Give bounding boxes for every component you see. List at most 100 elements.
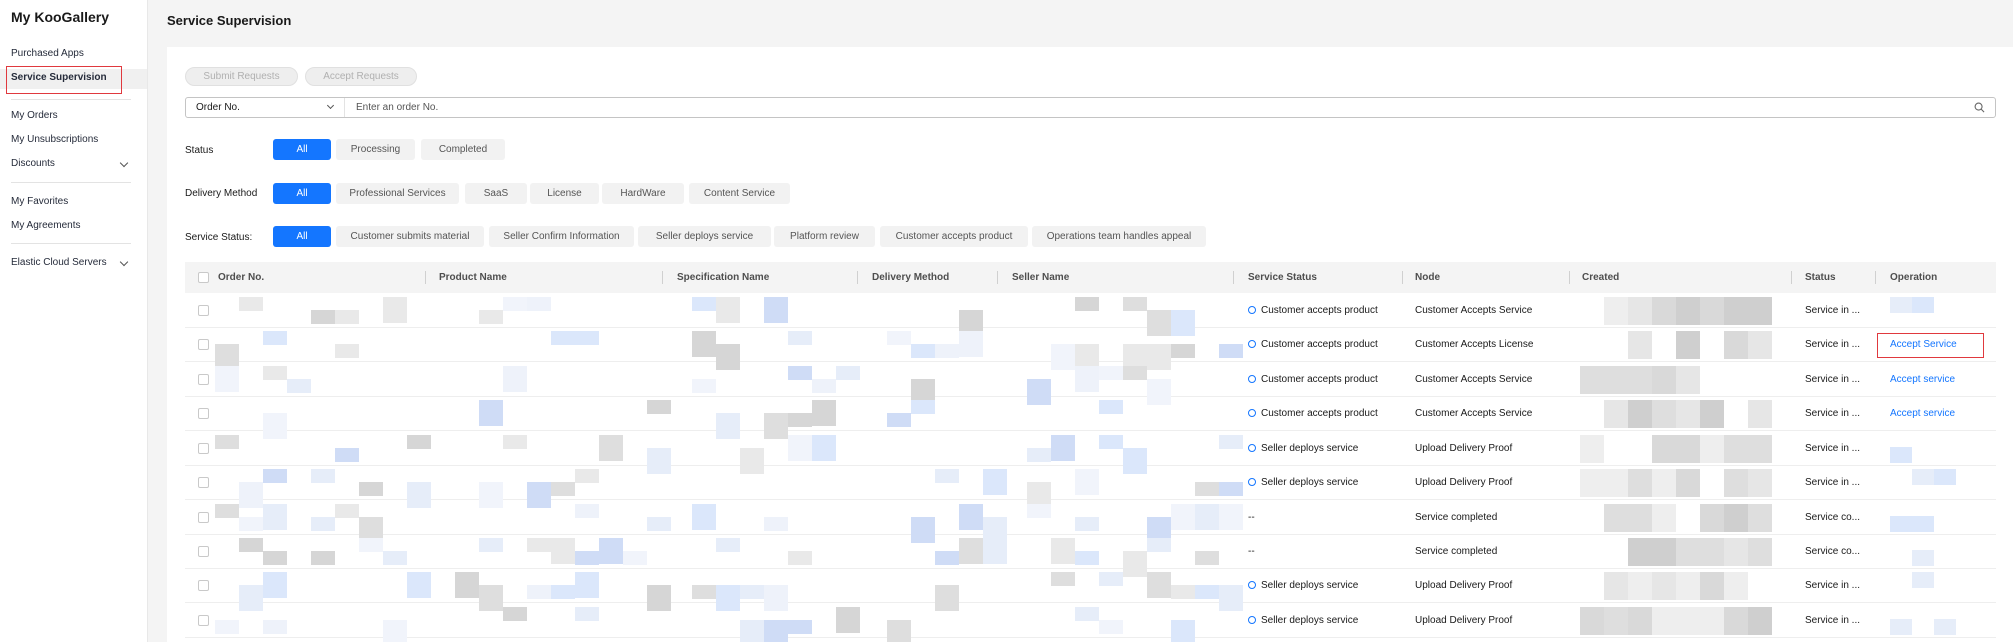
service-status-cell: Seller deploys service bbox=[1248, 466, 1358, 500]
redacted-block bbox=[1099, 435, 1123, 449]
table-header: Order No. Product Name Specification Nam… bbox=[185, 262, 1996, 293]
redacted-block bbox=[1890, 297, 1912, 313]
redacted-block bbox=[1724, 435, 1748, 463]
search-input[interactable] bbox=[346, 98, 1946, 117]
column-divider bbox=[662, 271, 663, 284]
table-row: Seller deploys service Upload Delivery Pr… bbox=[185, 466, 1996, 508]
redacted-block bbox=[1748, 400, 1772, 428]
node-cell: Upload Delivery Proof bbox=[1415, 443, 1513, 454]
redacted-block bbox=[335, 344, 359, 358]
search-icon[interactable] bbox=[1974, 102, 1985, 113]
redacted-block bbox=[1700, 435, 1724, 463]
redacted-block bbox=[455, 572, 479, 598]
divider bbox=[11, 99, 131, 100]
service-status-chip-all[interactable]: All bbox=[273, 226, 331, 247]
redacted-block bbox=[812, 400, 836, 426]
table-row: Customer accepts product Customer Accepts… bbox=[185, 363, 1996, 405]
sidebar-item-my-orders[interactable]: My Orders bbox=[11, 108, 141, 124]
sidebar-item-purchased-apps[interactable]: Purchased Apps bbox=[11, 46, 141, 62]
redacted-block bbox=[935, 344, 959, 358]
sidebar-item-discounts[interactable]: Discounts bbox=[11, 156, 141, 172]
service-status-text: Customer accepts product bbox=[1261, 339, 1378, 350]
row-checkbox[interactable] bbox=[198, 374, 209, 385]
delivery-chip-hardware[interactable]: HardWare bbox=[602, 183, 684, 204]
status-circle-icon bbox=[1248, 616, 1256, 624]
accept-service-link[interactable]: Accept service bbox=[1890, 397, 1955, 431]
redacted-block bbox=[479, 310, 503, 324]
status-chip-processing[interactable]: Processing bbox=[336, 139, 415, 160]
row-checkbox[interactable] bbox=[198, 443, 209, 454]
status-filter-label: Status bbox=[185, 145, 214, 156]
sidebar-item-elastic-cloud-servers[interactable]: Elastic Cloud Servers bbox=[11, 255, 141, 271]
row-checkbox[interactable] bbox=[198, 408, 209, 419]
accept-requests-button[interactable]: Accept Requests bbox=[305, 67, 417, 86]
node-cell: Service completed bbox=[1415, 512, 1498, 523]
column-header-status: Status bbox=[1805, 272, 1836, 283]
service-status-chip-customer-submits-material[interactable]: Customer submits material bbox=[336, 226, 484, 247]
status-chip-completed[interactable]: Completed bbox=[421, 139, 505, 160]
redacted-block bbox=[1099, 620, 1123, 634]
row-checkbox[interactable] bbox=[198, 305, 209, 316]
sidebar-item-my-agreements[interactable]: My Agreements bbox=[11, 218, 141, 234]
redacted-block bbox=[788, 331, 812, 345]
redacted-block bbox=[647, 400, 671, 414]
redacted-block bbox=[1724, 331, 1748, 359]
status-cell: Service in ... bbox=[1805, 443, 1861, 454]
delivery-chip-all[interactable]: All bbox=[273, 183, 331, 204]
service-status-chip-seller-deploys-service[interactable]: Seller deploys service bbox=[638, 226, 771, 247]
service-status-cell: -- bbox=[1248, 535, 1255, 569]
redacted-block bbox=[1099, 400, 1123, 414]
redacted-block bbox=[551, 482, 575, 496]
row-checkbox[interactable] bbox=[198, 615, 209, 626]
sidebar-item-my-favorites[interactable]: My Favorites bbox=[11, 194, 141, 210]
highlight-box bbox=[1877, 333, 1984, 358]
redacted-block bbox=[1700, 538, 1724, 566]
redacted-block bbox=[383, 551, 407, 565]
column-header-node: Node bbox=[1415, 272, 1440, 283]
node-cell: Upload Delivery Proof bbox=[1415, 580, 1513, 591]
service-status-chip-customer-accepts-product[interactable]: Customer accepts product bbox=[880, 226, 1028, 247]
sidebar: My KooGallery Purchased Apps Service Sup… bbox=[0, 0, 148, 642]
redacted-block bbox=[1652, 400, 1676, 428]
redacted-block bbox=[1934, 469, 1956, 485]
service-status-chip-seller-confirm-information[interactable]: Seller Confirm Information bbox=[489, 226, 634, 247]
redacted-block bbox=[1912, 297, 1934, 313]
row-checkbox[interactable] bbox=[198, 477, 209, 488]
redacted-block bbox=[1147, 572, 1171, 598]
status-chip-all[interactable]: All bbox=[273, 139, 331, 160]
redacted-block bbox=[1628, 366, 1652, 394]
column-header-created: Created bbox=[1582, 272, 1620, 283]
service-status-cell: -- bbox=[1248, 501, 1255, 535]
row-checkbox[interactable] bbox=[198, 580, 209, 591]
service-status-chip-operations-team-handles-appeal[interactable]: Operations team handles appeal bbox=[1032, 226, 1206, 247]
select-all-checkbox[interactable] bbox=[198, 272, 209, 283]
accept-service-link[interactable]: Accept service bbox=[1890, 363, 1955, 397]
status-cell: Service in ... bbox=[1805, 339, 1861, 350]
delivery-chip-content-service[interactable]: Content Service bbox=[689, 183, 790, 204]
service-status-text: -- bbox=[1248, 546, 1255, 557]
row-checkbox[interactable] bbox=[198, 546, 209, 557]
row-checkbox[interactable] bbox=[198, 512, 209, 523]
redacted-block bbox=[935, 469, 959, 483]
submit-requests-button[interactable]: Submit Requests bbox=[185, 67, 298, 86]
node-cell: Customer Accepts Service bbox=[1415, 305, 1533, 316]
redacted-block bbox=[1724, 607, 1748, 635]
search-field-select[interactable]: Order No. bbox=[186, 98, 345, 117]
search-field-value: Order No. bbox=[196, 102, 240, 113]
redacted-block bbox=[1604, 366, 1628, 394]
redacted-block bbox=[239, 538, 263, 552]
redacted-block bbox=[1219, 504, 1243, 530]
sidebar-item-my-unsubscriptions[interactable]: My Unsubscriptions bbox=[11, 132, 141, 148]
redacted-block bbox=[1195, 504, 1219, 530]
delivery-chip-professional-services[interactable]: Professional Services bbox=[336, 183, 459, 204]
redacted-block bbox=[287, 379, 311, 393]
redacted-block bbox=[1075, 551, 1099, 565]
row-checkbox[interactable] bbox=[198, 339, 209, 350]
service-status-cell: Customer accepts product bbox=[1248, 328, 1378, 362]
redacted-block bbox=[1171, 344, 1195, 358]
redacted-block bbox=[1604, 469, 1628, 497]
delivery-chip-saas[interactable]: SaaS bbox=[465, 183, 527, 204]
node-cell: Upload Delivery Proof bbox=[1415, 615, 1513, 626]
service-status-chip-platform-review[interactable]: Platform review bbox=[774, 226, 875, 247]
delivery-chip-license[interactable]: License bbox=[530, 183, 599, 204]
